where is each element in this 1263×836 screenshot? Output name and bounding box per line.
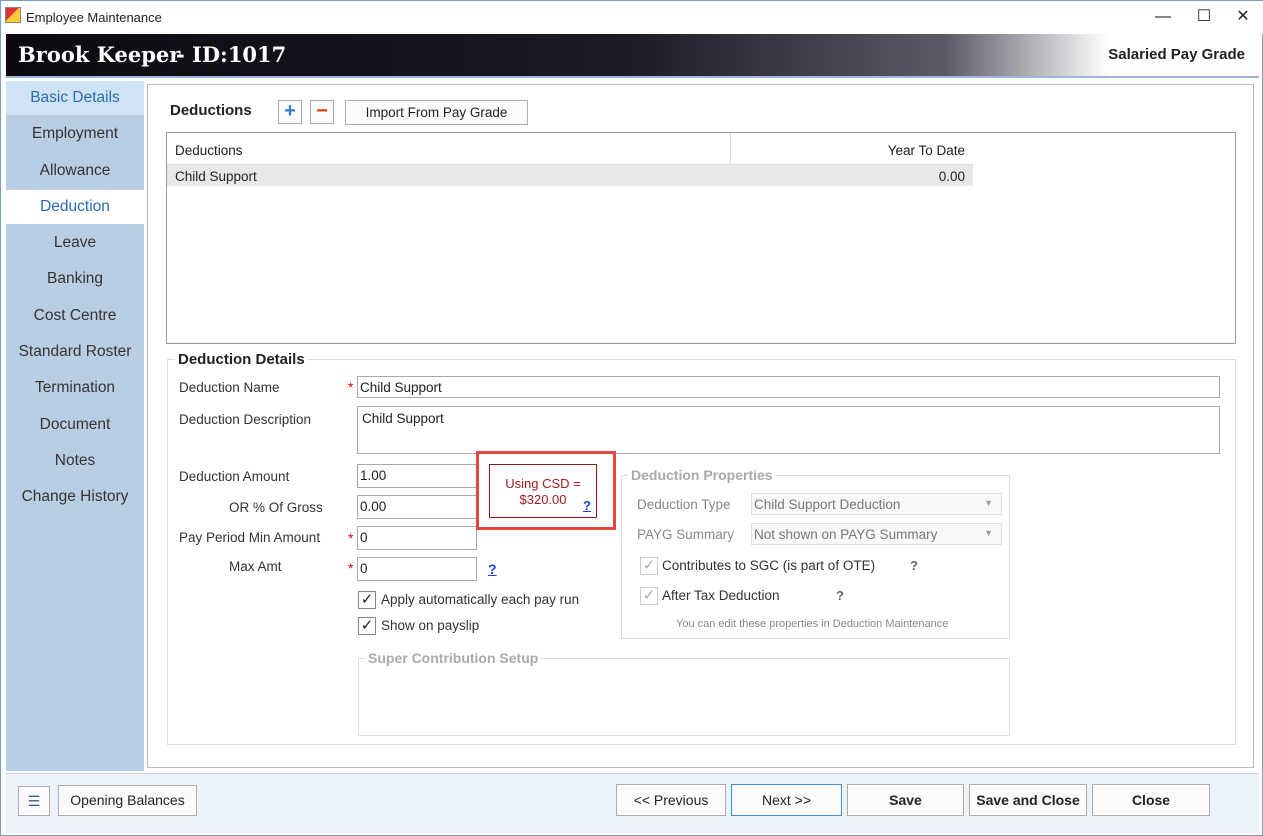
- payg-summary-select[interactable]: Not shown on PAYG Summary ▼: [751, 523, 1002, 545]
- deduction-type-value: Child Support Deduction: [754, 497, 901, 512]
- employee-header: Brook Keeper - ID:1017 Salaried Pay Grad…: [6, 34, 1259, 78]
- min-amount-label: Pay Period Min Amount: [179, 530, 321, 545]
- add-deduction-button[interactable]: +: [278, 100, 302, 124]
- previous-button[interactable]: << Previous: [616, 784, 726, 816]
- list-icon-button[interactable]: ☰: [18, 786, 50, 816]
- payg-summary-label: PAYG Summary: [637, 527, 735, 542]
- required-icon: *: [348, 379, 354, 395]
- sidebar: Basic Details Employment Allowance Deduc…: [6, 81, 144, 771]
- sidebar-item-allowance[interactable]: Allowance: [6, 153, 144, 188]
- properties-note: You can edit these properties in Deducti…: [676, 618, 949, 630]
- sidebar-item-termination[interactable]: Termination: [6, 371, 144, 406]
- window-title: Employee Maintenance: [26, 10, 162, 25]
- next-button[interactable]: Next >>: [731, 784, 842, 816]
- save-and-close-button[interactable]: Save and Close: [969, 784, 1087, 816]
- opening-balances-button[interactable]: Opening Balances: [58, 785, 197, 816]
- sidebar-item-basic-details[interactable]: Basic Details: [6, 81, 144, 115]
- employee-id: - ID:1017: [176, 42, 287, 67]
- save-button[interactable]: Save: [847, 784, 964, 816]
- max-amount-label: Max Amt: [229, 559, 282, 574]
- deduction-type-label: Deduction Type: [637, 497, 731, 512]
- grid-header: Deductions Year To Date: [167, 133, 973, 165]
- pay-grade: Salaried Pay Grade: [1108, 46, 1245, 63]
- payg-summary-value: Not shown on PAYG Summary: [754, 527, 938, 542]
- percent-of-gross-input[interactable]: 0.00: [357, 495, 477, 519]
- remove-deduction-button[interactable]: −: [310, 100, 334, 124]
- deduction-details-title: Deduction Details: [175, 351, 308, 368]
- deduction-amount-label: Deduction Amount: [179, 469, 290, 484]
- deduction-name-cell: Child Support: [175, 169, 257, 184]
- deduction-type-select[interactable]: Child Support Deduction ▼: [751, 493, 1002, 515]
- column-year-to-date[interactable]: Year To Date: [888, 143, 965, 158]
- super-contribution-group: [358, 658, 1010, 736]
- employee-name: Brook Keeper: [18, 42, 181, 67]
- required-icon: *: [348, 560, 354, 576]
- deductions-grid: Deductions Year To Date Child Support 0.…: [166, 132, 1236, 344]
- apply-automatically-checkbox[interactable]: ✓: [358, 591, 376, 609]
- csd-amount: $320.00: [519, 492, 567, 507]
- deduction-properties-title: Deduction Properties: [628, 467, 776, 483]
- min-amount-input[interactable]: 0: [357, 526, 477, 550]
- deductions-title: Deductions: [170, 102, 252, 119]
- table-row[interactable]: Child Support 0.00: [167, 165, 973, 186]
- sidebar-item-employment[interactable]: Employment: [6, 117, 144, 152]
- max-amount-input[interactable]: 0: [357, 557, 477, 581]
- csd-help-link[interactable]: ?: [583, 498, 591, 514]
- close-button[interactable]: Close: [1092, 784, 1210, 816]
- deduction-description-label: Deduction Description: [179, 412, 312, 427]
- super-contribution-title: Super Contribution Setup: [365, 650, 542, 666]
- sidebar-item-document[interactable]: Document: [6, 407, 144, 442]
- show-on-payslip-label: Show on payslip: [381, 618, 480, 633]
- deduction-name-label: Deduction Name: [179, 380, 280, 395]
- sidebar-item-change-history[interactable]: Change History: [6, 480, 144, 515]
- app-icon: [5, 7, 21, 23]
- after-tax-label: After Tax Deduction: [662, 588, 780, 603]
- maximize-button[interactable]: ☐: [1189, 5, 1219, 29]
- title-bar: Employee Maintenance — ☐ ✕: [1, 1, 1263, 34]
- sgc-help-icon[interactable]: ?: [910, 558, 918, 573]
- import-from-pay-grade-button[interactable]: Import From Pay Grade: [345, 100, 528, 125]
- after-tax-help-icon[interactable]: ?: [836, 588, 844, 603]
- contributes-sgc-checkbox[interactable]: ✓: [640, 557, 658, 575]
- close-window-button[interactable]: ✕: [1228, 5, 1258, 29]
- csd-label: Using CSD =: [505, 476, 581, 491]
- chevron-down-icon: ▼: [984, 528, 993, 538]
- max-amount-help-link[interactable]: ?: [488, 561, 497, 577]
- sidebar-item-cost-centre[interactable]: Cost Centre: [6, 298, 144, 333]
- sidebar-item-deduction[interactable]: Deduction: [6, 189, 144, 224]
- sidebar-item-notes[interactable]: Notes: [6, 443, 144, 478]
- contributes-sgc-label: Contributes to SGC (is part of OTE): [662, 558, 876, 573]
- sidebar-item-leave[interactable]: Leave: [6, 226, 144, 261]
- chevron-down-icon: ▼: [984, 498, 993, 508]
- deduction-description-input[interactable]: Child Support: [357, 406, 1220, 454]
- percent-of-gross-label: OR % Of Gross: [229, 500, 323, 515]
- sidebar-item-banking[interactable]: Banking: [6, 262, 144, 297]
- column-deductions[interactable]: Deductions: [175, 143, 243, 158]
- minimize-button[interactable]: —: [1148, 5, 1178, 29]
- apply-automatically-label: Apply automatically each pay run: [381, 592, 580, 607]
- required-icon: *: [348, 530, 354, 546]
- deduction-name-input[interactable]: Child Support: [357, 376, 1220, 398]
- ytd-cell: 0.00: [938, 169, 965, 184]
- deduction-amount-input[interactable]: 1.00: [357, 464, 477, 488]
- csd-info-box: Using CSD = $320.00 ?: [489, 464, 597, 518]
- after-tax-checkbox[interactable]: ✓: [640, 587, 658, 605]
- show-on-payslip-checkbox[interactable]: ✓: [358, 617, 376, 635]
- sidebar-item-standard-roster[interactable]: Standard Roster: [6, 335, 144, 370]
